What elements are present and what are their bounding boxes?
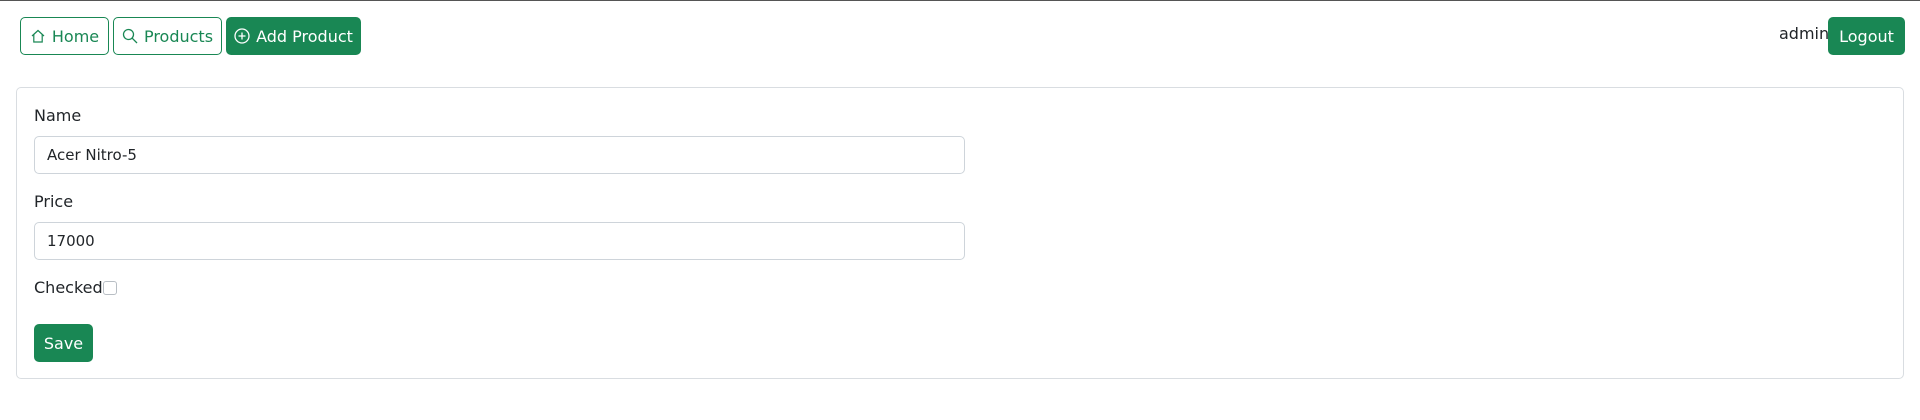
logout-button[interactable]: Logout bbox=[1828, 17, 1905, 55]
navbar: Home Products Add Product admin Logout bbox=[0, 0, 1920, 70]
username-label: admin bbox=[1779, 24, 1830, 43]
home-button[interactable]: Home bbox=[20, 17, 109, 55]
products-button[interactable]: Products bbox=[113, 17, 222, 55]
price-input[interactable] bbox=[34, 222, 965, 260]
add-product-button[interactable]: Add Product bbox=[226, 17, 361, 55]
checked-label: Checked bbox=[34, 278, 103, 297]
product-form-card: Name Price Checked Save bbox=[16, 87, 1904, 379]
products-button-label: Products bbox=[143, 26, 214, 46]
checked-checkbox[interactable] bbox=[102, 280, 117, 295]
name-input[interactable] bbox=[34, 136, 965, 174]
price-label: Price bbox=[34, 192, 74, 211]
save-button[interactable]: Save bbox=[34, 324, 93, 362]
plus-circle-icon bbox=[234, 28, 250, 44]
name-label: Name bbox=[34, 106, 82, 125]
home-button-label: Home bbox=[51, 26, 100, 46]
add-product-button-label: Add Product bbox=[256, 26, 353, 46]
home-icon bbox=[30, 28, 46, 44]
checked-field: Checked bbox=[34, 278, 117, 297]
search-icon bbox=[122, 28, 138, 44]
